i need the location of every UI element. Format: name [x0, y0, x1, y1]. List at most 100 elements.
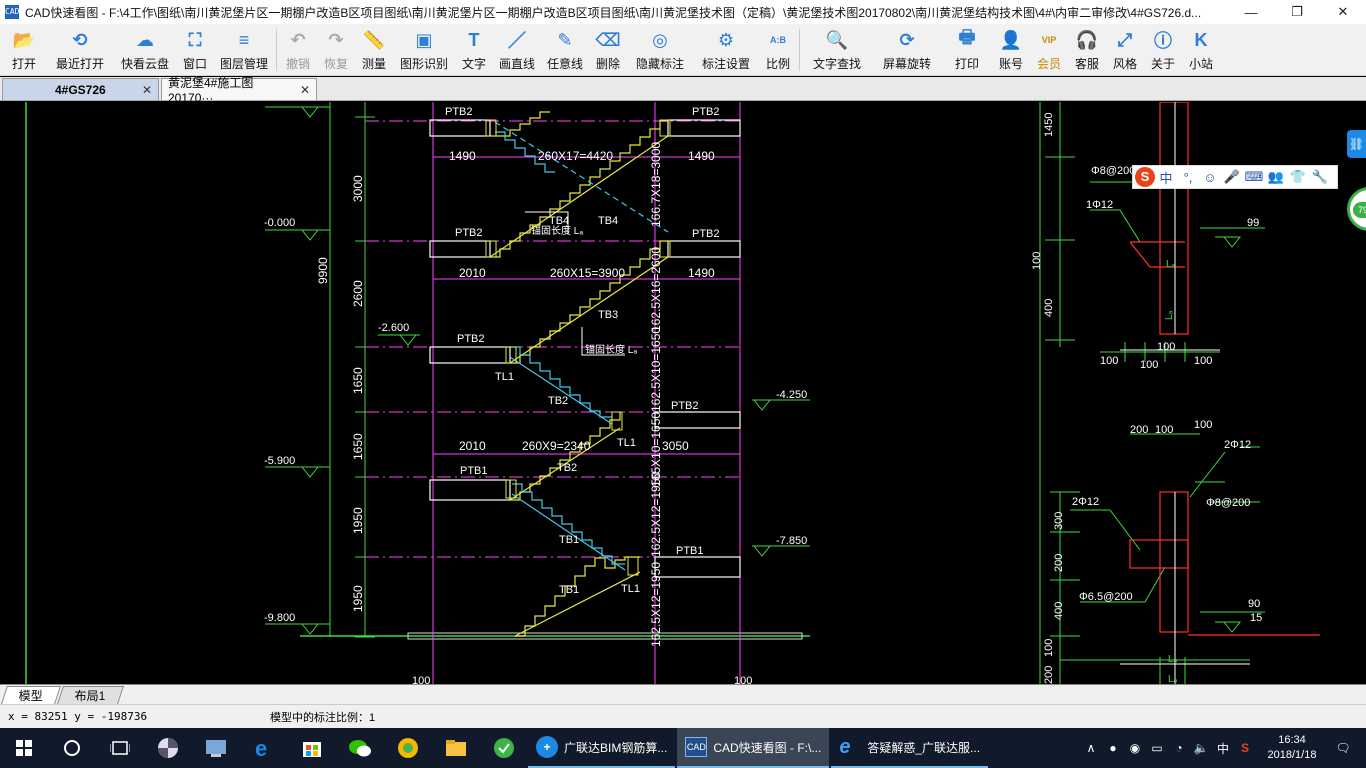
close-button[interactable]: ✕ [1320, 0, 1366, 24]
toolbar-button-ruler[interactable]: 📏 测量 [355, 24, 393, 76]
dim-rise: 162.5X16=2600 [649, 247, 663, 332]
dim: 15 [1250, 612, 1262, 624]
toolbar-button-headset[interactable]: 🎧 客服 [1068, 24, 1106, 76]
search-icon[interactable] [48, 728, 96, 768]
toolbar-button-printer[interactable]: 🖶 打印 [942, 24, 992, 76]
side-link-icon[interactable]: ⛓ [1347, 130, 1366, 158]
toolbar-button-folder-open[interactable]: 📂 打开 [2, 24, 46, 76]
toolbar-button-eye-hide[interactable]: ◎ 隐藏标注 [627, 24, 693, 76]
store-icon[interactable] [288, 728, 336, 768]
edge-browser-icon[interactable]: e [240, 728, 288, 768]
toolbar-label: 小站 [1188, 57, 1213, 71]
toolbar-label: 画直线 [498, 57, 535, 71]
toolbar-button-text[interactable]: T 文字 [455, 24, 493, 76]
la-label: Lₐ [1168, 654, 1178, 665]
ime-toolbar[interactable]: S 中 °, ☺ 🎤 ⌨ 👥 👕 🔧 [1132, 165, 1338, 189]
toolbar-button-style[interactable]: ⤢ 风格 [1106, 24, 1144, 76]
notifications-icon[interactable]: 🗨 [1328, 741, 1358, 755]
dim-1490: 1490 [688, 266, 715, 280]
start-button[interactable] [0, 728, 48, 768]
tab-document-2[interactable]: 黄泥堡4#施工图20170··· ✕ [161, 76, 317, 105]
dim: 200 [1130, 424, 1148, 436]
close-tab-icon[interactable]: ✕ [294, 83, 310, 97]
toolbar-button-window-fit[interactable]: ⛶ 窗口 [176, 24, 214, 76]
ime-voice-icon[interactable]: 🎤 [1221, 169, 1243, 185]
pinwheel-app-icon[interactable] [144, 728, 192, 768]
toolbar-label: 快看云盘 [120, 57, 169, 71]
toolbar-button-scale[interactable]: A:B 比例 [759, 24, 797, 76]
ime-users-icon[interactable]: 👥 [1265, 169, 1287, 185]
title-bar: CAD CAD快速看图 - F:\4工作\图纸\南川黄泥堡片区一期棚户改造B区项… [0, 0, 1366, 24]
annotation-scale-text: 模型中的标注比例：1 [270, 711, 376, 724]
la-label: Lₐ [1164, 310, 1175, 320]
elevation-label: -0.000 [264, 217, 295, 229]
ime-settings-icon[interactable]: 🔧 [1309, 169, 1331, 185]
ime-keyboard-icon[interactable]: ⌨ [1243, 169, 1265, 185]
battery-icon[interactable]: ▭ [1146, 741, 1168, 755]
taskbar-app-ie[interactable]: e 答疑解惑_广联达服... [831, 728, 989, 768]
toolbar-label: 文字 [461, 57, 486, 71]
toolbar-button-history[interactable]: ⟲ 最近打开 [46, 24, 114, 76]
ime-punct-icon[interactable]: °, [1177, 170, 1199, 185]
green-app-icon[interactable] [480, 728, 528, 768]
clock[interactable]: 16:34 2018/1/18 [1256, 733, 1328, 763]
toolbar-label: 图形识别 [399, 57, 448, 71]
clock-time: 16:34 [1278, 734, 1306, 746]
taskbar-app-glodon-bim[interactable]: + 广联达BIM钢筋算... [528, 728, 676, 768]
tray-expand-icon[interactable]: ∧ [1080, 741, 1102, 755]
label-anchor: 锚固长度 Lₐ [585, 343, 637, 356]
dim: 100 [1194, 419, 1212, 431]
sogou-logo-icon[interactable]: S [1135, 167, 1155, 187]
toolbar-button-redo[interactable]: ↷ 恢复 [317, 24, 355, 76]
toolbar-button-eraser[interactable]: ⌫ 删除 [589, 24, 627, 76]
ime-indicator[interactable]: 中 [1212, 740, 1234, 757]
volume-icon[interactable]: 🔈 [1190, 741, 1212, 755]
toolbar-button-layers[interactable]: ≡ 图层管理 [214, 24, 274, 76]
layout-tab-layout1[interactable]: 布局1 [57, 686, 124, 704]
cloud-icon: ☁ [136, 29, 154, 50]
toolbar-button-shape-recognize[interactable]: ▣ 图形识别 [393, 24, 455, 76]
toolbar-button-undo[interactable]: ↶ 撤销 [279, 24, 317, 76]
minimize-button[interactable]: — [1228, 0, 1274, 24]
taskbar-app-cad-viewer[interactable]: CAD CAD快速看图 - F:\... [677, 728, 830, 768]
toolbar-button-station[interactable]: K 小站 [1182, 24, 1220, 76]
wechat-icon[interactable] [336, 728, 384, 768]
tray-wechat-icon[interactable]: ◉ [1124, 741, 1146, 755]
toolbar-button-line[interactable]: ／ 画直线 [493, 24, 541, 76]
control-panel-icon[interactable] [192, 728, 240, 768]
label-tl1: TL1 [617, 437, 636, 449]
close-tab-icon[interactable]: ✕ [136, 83, 152, 97]
toolbar-button-user[interactable]: 👤 账号 [992, 24, 1030, 76]
dim: 99 [1247, 217, 1259, 229]
toolbar-button-cloud[interactable]: ☁ 快看云盘 [114, 24, 176, 76]
toolbar-label: 恢复 [323, 57, 348, 71]
tab-document-1[interactable]: 4#GS726 ✕ [2, 78, 159, 100]
ime-emoji-icon[interactable]: ☺ [1199, 170, 1221, 185]
drawing-canvas[interactable]: PTB2 PTB2 PTB2 PTB2 PTB2 PTB2 PTB1 PTB1 … [0, 102, 1366, 684]
restore-button[interactable]: ❐ [1274, 0, 1320, 24]
vip-icon: VIP [1041, 35, 1057, 45]
layout-tab-model[interactable]: 模型 [1, 686, 61, 704]
user-icon: 👤 [999, 29, 1023, 50]
sogou-tray-icon[interactable]: S [1234, 741, 1256, 755]
rotate-screen-icon: ⟳ [899, 29, 915, 50]
toolbar-button-info[interactable]: ⓘ 关于 [1144, 24, 1182, 76]
file-explorer-icon[interactable] [432, 728, 480, 768]
toolbar-button-vip[interactable]: VIP 会员 [1030, 24, 1068, 76]
toolbar-button-rotate-screen[interactable]: ⟳ 屏幕旋转 [872, 24, 942, 76]
kuaikan-icon[interactable] [384, 728, 432, 768]
status-bar: x = 83251 y = -198736 模型中的标注比例：1 [0, 704, 1366, 728]
ime-lang-toggle[interactable]: 中 [1155, 168, 1177, 187]
toolbar-button-settings[interactable]: ⚙ 标注设置 [693, 24, 759, 76]
ime-skin-icon[interactable]: 👕 [1287, 169, 1309, 185]
network-icon[interactable]: ◔ [1168, 741, 1190, 755]
dim: 400 [1053, 602, 1065, 620]
tray-app-icon[interactable]: ● [1102, 741, 1124, 755]
toolbar-button-find-text[interactable]: 🔍 文字查找 [802, 24, 872, 76]
dim-2010: 2010 [459, 439, 486, 453]
dim-height: 2600 [351, 280, 365, 307]
ruler-icon: 📏 [362, 29, 386, 50]
windows-taskbar: e + 广联达BIM钢筋算... CAD CAD快速看图 - F:\... e … [0, 728, 1366, 768]
toolbar-button-pen[interactable]: ✎ 任意线 [541, 24, 589, 76]
task-view-icon[interactable] [96, 728, 144, 768]
